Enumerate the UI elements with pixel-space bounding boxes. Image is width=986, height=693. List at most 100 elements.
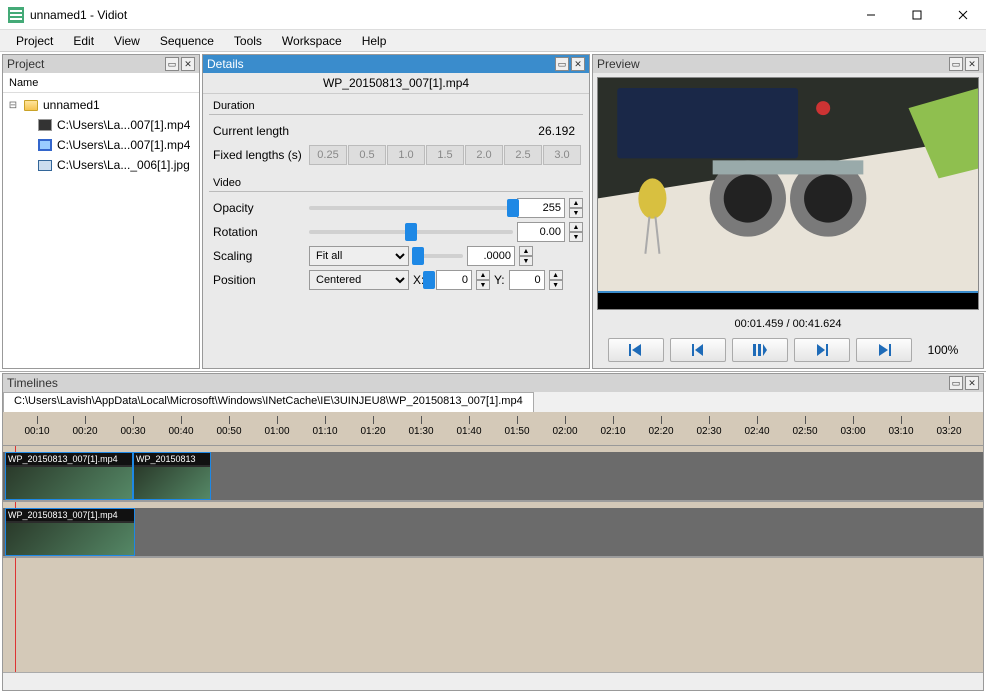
film-icon bbox=[37, 117, 53, 133]
title-bar: unnamed1 - Vidiot bbox=[0, 0, 986, 30]
fixed-length-button[interactable]: 2.0 bbox=[465, 145, 503, 165]
menu-edit[interactable]: Edit bbox=[65, 32, 102, 50]
duration-label: Duration bbox=[209, 98, 583, 115]
scaling-spinner[interactable]: ▲▼ bbox=[519, 246, 533, 266]
ruler-tick: 01:30 bbox=[397, 426, 445, 437]
position-label: Position bbox=[209, 273, 309, 287]
project-tree: ⊟ unnamed1 C:\Users\La...007[1].mp4 C:\U… bbox=[3, 93, 199, 368]
timeline-clip[interactable]: WP_20150813 bbox=[133, 452, 211, 500]
fixed-length-button[interactable]: 1.0 bbox=[387, 145, 425, 165]
go-end-button[interactable] bbox=[856, 338, 912, 362]
timeline-tab[interactable]: C:\Users\Lavish\AppData\Local\Microsoft\… bbox=[3, 392, 534, 412]
timeline-ruler[interactable]: 00:1000:2000:3000:4000:5001:0001:1001:20… bbox=[3, 412, 983, 446]
scaling-mode-select[interactable]: Fit all bbox=[309, 246, 409, 266]
fixed-length-button[interactable]: 2.5 bbox=[504, 145, 542, 165]
menu-workspace[interactable]: Workspace bbox=[274, 32, 350, 50]
timeline-clip[interactable]: WP_20150813_007[1].mp4 bbox=[5, 452, 133, 500]
scaling-label: Scaling bbox=[209, 249, 309, 263]
window-title: unnamed1 - Vidiot bbox=[30, 8, 848, 22]
tree-item[interactable]: C:\Users\La...007[1].mp4 bbox=[3, 115, 199, 135]
pos-slider[interactable] bbox=[428, 278, 432, 282]
pos-y-input[interactable] bbox=[509, 270, 545, 290]
clip-label: WP_20150813 bbox=[134, 453, 210, 465]
preview-panel: Preview ▭ ✕ 00:01.459 / 00:41.624 bbox=[592, 54, 984, 369]
fixed-length-button[interactable]: 0.5 bbox=[348, 145, 386, 165]
video-icon bbox=[37, 137, 53, 153]
panel-dock-icon[interactable]: ▭ bbox=[555, 57, 569, 71]
panel-close-icon[interactable]: ✕ bbox=[181, 57, 195, 71]
opacity-slider[interactable] bbox=[309, 206, 513, 210]
details-panel: Details ▭ ✕ WP_20150813_007[1].mp4 Durat… bbox=[202, 54, 590, 369]
opacity-spinner[interactable]: ▲▼ bbox=[569, 198, 583, 218]
tree-item-label: C:\Users\La...007[1].mp4 bbox=[57, 138, 190, 152]
step-forward-button[interactable] bbox=[794, 338, 850, 362]
menu-sequence[interactable]: Sequence bbox=[152, 32, 222, 50]
pos-y-label: Y: bbox=[494, 273, 505, 287]
rotation-spinner[interactable]: ▲▼ bbox=[569, 222, 583, 242]
tree-item[interactable]: C:\Users\La...007[1].mp4 bbox=[3, 135, 199, 155]
panel-close-icon[interactable]: ✕ bbox=[965, 376, 979, 390]
ruler-tick: 02:00 bbox=[541, 426, 589, 437]
panel-dock-icon[interactable]: ▭ bbox=[949, 376, 963, 390]
ruler-tick: 02:20 bbox=[637, 426, 685, 437]
transport-controls: 100% bbox=[593, 334, 983, 368]
menu-help[interactable]: Help bbox=[354, 32, 395, 50]
video-track-2[interactable]: WP_20150813_007[1].mp4 bbox=[3, 508, 983, 558]
video-group: Video Opacity ▲▼ Rotation ▲▼ bbox=[209, 175, 583, 292]
ruler-tick: 01:10 bbox=[301, 426, 349, 437]
preview-viewport[interactable] bbox=[597, 77, 979, 310]
scaling-slider[interactable] bbox=[413, 254, 463, 258]
maximize-button[interactable] bbox=[894, 0, 940, 30]
timeline-clip[interactable]: WP_20150813_007[1].mp4 bbox=[5, 508, 135, 556]
preview-header: Preview ▭ ✕ bbox=[593, 55, 983, 73]
ruler-tick: 02:50 bbox=[781, 426, 829, 437]
video-track-1[interactable]: WP_20150813_007[1].mp4WP_20150813 bbox=[3, 452, 983, 502]
details-filename: WP_20150813_007[1].mp4 bbox=[203, 73, 589, 94]
scaling-input[interactable] bbox=[467, 246, 515, 266]
panel-dock-icon[interactable]: ▭ bbox=[165, 57, 179, 71]
tree-item-label: C:\Users\La..._006[1].jpg bbox=[57, 158, 190, 172]
fixed-length-button[interactable]: 3.0 bbox=[543, 145, 581, 165]
preview-timebar[interactable] bbox=[598, 291, 978, 309]
ruler-tick: 03:00 bbox=[829, 426, 877, 437]
timelines-panel: Timelines ▭ ✕ C:\Users\Lavish\AppData\Lo… bbox=[2, 373, 984, 691]
panel-dock-icon[interactable]: ▭ bbox=[949, 57, 963, 71]
fixed-length-button[interactable]: 1.5 bbox=[426, 145, 464, 165]
position-mode-select[interactable]: Centered bbox=[309, 270, 409, 290]
panel-close-icon[interactable]: ✕ bbox=[571, 57, 585, 71]
menu-project[interactable]: Project bbox=[8, 32, 61, 50]
play-pause-button[interactable] bbox=[732, 338, 788, 362]
menu-tools[interactable]: Tools bbox=[226, 32, 270, 50]
close-button[interactable] bbox=[940, 0, 986, 30]
pos-x-input[interactable] bbox=[436, 270, 472, 290]
timeline-scrollbar[interactable] bbox=[3, 672, 983, 690]
ruler-tick: 00:30 bbox=[109, 426, 157, 437]
project-column-name[interactable]: Name bbox=[3, 73, 199, 93]
rotation-slider[interactable] bbox=[309, 230, 513, 234]
go-start-button[interactable] bbox=[608, 338, 664, 362]
current-length-value: 26.192 bbox=[538, 124, 583, 138]
expander-icon[interactable]: ⊟ bbox=[7, 100, 19, 111]
clip-label: WP_20150813_007[1].mp4 bbox=[6, 509, 134, 521]
step-back-button[interactable] bbox=[670, 338, 726, 362]
ruler-tick: 01:40 bbox=[445, 426, 493, 437]
ruler-tick: 01:50 bbox=[493, 426, 541, 437]
preview-title: Preview bbox=[597, 57, 640, 71]
minimize-button[interactable] bbox=[848, 0, 894, 30]
menu-view[interactable]: View bbox=[106, 32, 148, 50]
fixed-length-button[interactable]: 0.25 bbox=[309, 145, 347, 165]
opacity-input[interactable] bbox=[517, 198, 565, 218]
rotation-input[interactable] bbox=[517, 222, 565, 242]
pos-x-spinner[interactable]: ▲▼ bbox=[476, 270, 490, 290]
video-group-label: Video bbox=[209, 175, 583, 192]
current-length-label: Current length bbox=[209, 124, 309, 138]
tree-item[interactable]: C:\Users\La..._006[1].jpg bbox=[3, 155, 199, 175]
clip-thumbnail bbox=[6, 523, 134, 555]
pos-y-spinner[interactable]: ▲▼ bbox=[549, 270, 563, 290]
tree-item-label: C:\Users\La...007[1].mp4 bbox=[57, 118, 190, 132]
clip-thumbnail bbox=[6, 467, 132, 499]
ruler-tick: 02:40 bbox=[733, 426, 781, 437]
tree-root[interactable]: ⊟ unnamed1 bbox=[3, 95, 199, 115]
ruler-tick: 03:20 bbox=[925, 426, 973, 437]
panel-close-icon[interactable]: ✕ bbox=[965, 57, 979, 71]
